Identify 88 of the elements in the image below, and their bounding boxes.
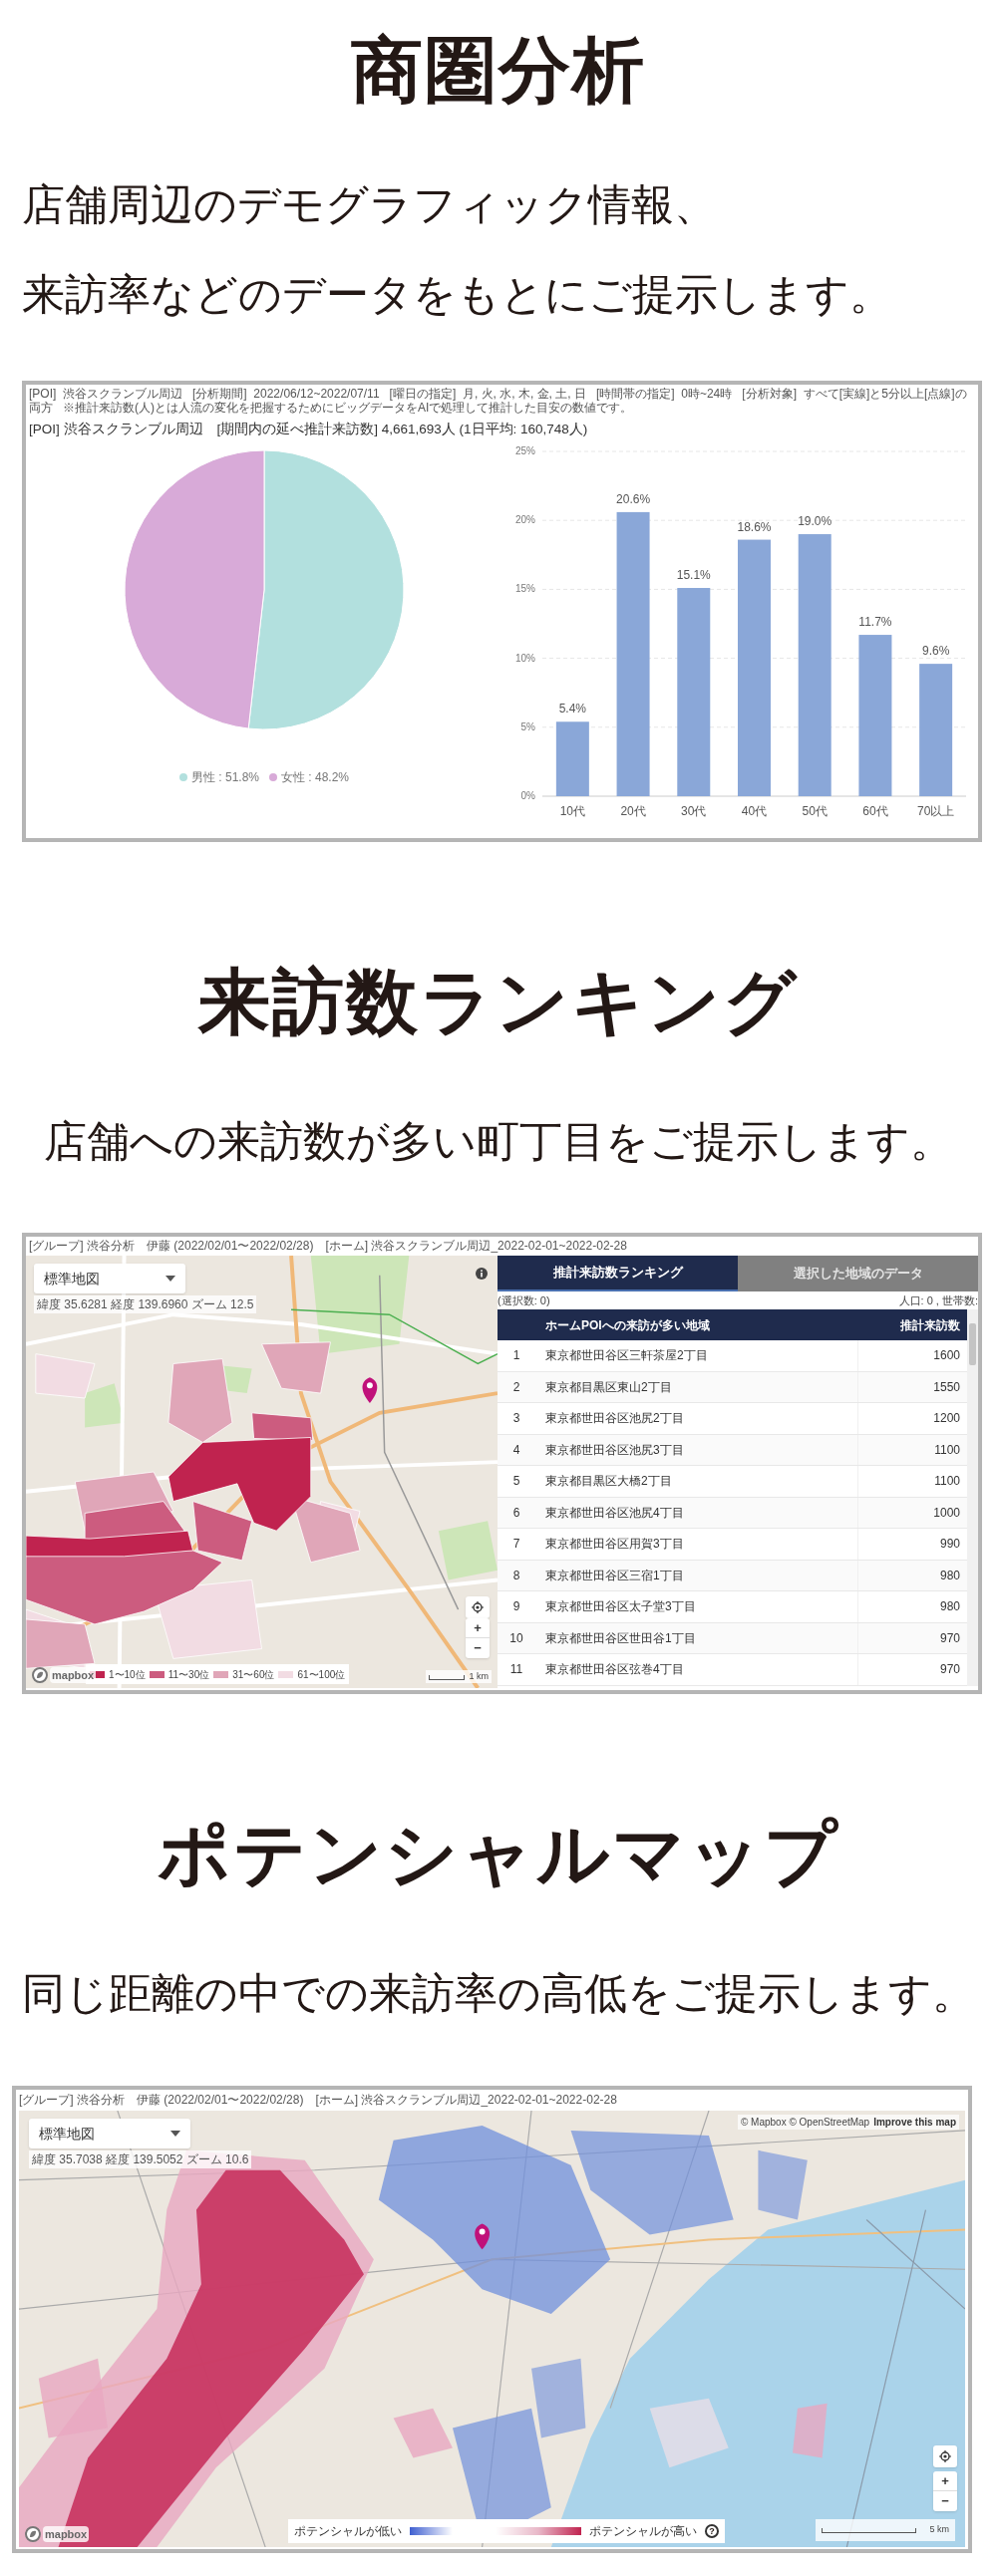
bar-value-label: 11.7%: [858, 615, 892, 630]
section-heading: ポテンシャルマップ: [158, 1813, 839, 1895]
bar-value-label: 20.6%: [616, 492, 651, 507]
axis-category-label: 10代: [559, 804, 586, 819]
area-cell-text: 東京都世田谷区池尻3丁目: [544, 1441, 685, 1459]
tab[interactable]: 推計来訪数ランキング: [498, 1256, 738, 1291]
locate-icon: [939, 2450, 951, 2462]
axis-category-label: 70以上: [916, 804, 955, 819]
scale-label: 5 km: [929, 2523, 949, 2537]
area-cell-text: 東京都世田谷区世田谷1丁目: [544, 1629, 697, 1647]
legend-label: 男性 : 51.8%: [190, 769, 259, 787]
area-cell-text: 東京都世田谷区弦巻4丁目: [544, 1661, 685, 1679]
axis-category-label: 20代: [620, 804, 646, 819]
improve-map-link[interactable]: Improve this map: [873, 2115, 956, 2130]
area-cell-text: 東京都目黒区大橋2丁目: [544, 1473, 673, 1491]
legend-label: ポテンシャルが高い: [589, 2523, 697, 2540]
area-cell-text: 東京都世田谷区池尻2丁目: [544, 1410, 685, 1428]
caret-icon: [166, 1276, 175, 1282]
analysis-conditions: [POI] 渋谷スクランブル周辺 [分析期間] 2022/06/12~2022/07/11 [曜日の指定] 月, 火, 水, 木, 金, 土, 日 [時間帯の指定] 0時~24時 [分析対象] すべて[実線]と5分以上[点線]の両方 ※推計来訪数(人)とは人流の変化を把握するためにビッグデータをAIで処理して推計した目安の数値です。: [28, 386, 968, 415]
bar-value-label: 9.6%: [921, 644, 950, 659]
axis-tick-label: 20%: [515, 514, 535, 526]
help-button[interactable]: ?: [705, 2524, 719, 2538]
visitor-summary: [POI] 渋谷スクランブル周辺 [期間内の延べ推計来訪数] 4,661,693人 (1日平均: 160,748人): [28, 421, 589, 438]
caret-icon: [170, 2131, 180, 2137]
info-icon: [476, 1268, 488, 1280]
bar-value-label: 19.0%: [798, 514, 832, 529]
locate-icon: [472, 1601, 484, 1613]
legend-label: ポテンシャルが低い: [294, 2523, 402, 2540]
section-description: 店舗への来訪数が多い町丁目をご提示します。: [43, 1116, 954, 1167]
map-style-dropdown[interactable]: 標準地図: [29, 2119, 190, 2148]
locate-button[interactable]: [933, 2445, 957, 2467]
rank-cell-text: 9: [511, 1598, 521, 1616]
bar-value-label: 5.4%: [558, 702, 587, 716]
zoom-out-button[interactable]: −: [466, 1638, 490, 1658]
bar-value-label: 15.1%: [676, 568, 711, 583]
axis-category-label: 30代: [681, 804, 707, 819]
map-attribution: © Mapbox © OpenStreetMap: [740, 2116, 870, 2130]
map-style-dropdown[interactable]: 標準地図: [34, 1264, 185, 1293]
axis-tick-label: 0%: [520, 790, 535, 802]
map-coordinates: 緯度 35.6281 経度 139.6960 ズーム 12.5: [34, 1295, 257, 1313]
area-cell-text: 東京都世田谷区太子堂3丁目: [544, 1598, 697, 1616]
axis-category-label: 40代: [741, 804, 768, 819]
section-description: 同じ距離の中での来訪率の高低をご提示します。: [21, 1968, 976, 2019]
map-coordinates: 緯度 35.7038 経度 139.5052 ズーム 10.6: [29, 2150, 252, 2168]
rank-cell-text: 1: [511, 1347, 521, 1365]
scale-bar: [429, 1675, 466, 1680]
bar-value-label: 18.6%: [737, 519, 772, 534]
area-cell-text: 東京都目黒区東山2丁目: [544, 1378, 673, 1396]
scrollbar[interactable]: [967, 1309, 978, 1686]
rank-cell-text: 3: [511, 1410, 521, 1428]
area-cell-text: 東京都世田谷区池尻4丁目: [544, 1504, 685, 1522]
section-description: 来訪率などのデータをもとにご提示します。: [22, 269, 893, 320]
rank-cell-text: 4: [511, 1441, 521, 1459]
rank-cell-text: 6: [511, 1504, 521, 1522]
axis-tick-label: 25%: [515, 445, 535, 457]
population-info: 人口: 0 , 世帯数:: [898, 1292, 978, 1308]
panel-header: [グループ] 渋谷分析 伊藤 (2022/02/01〜2022/02/28) [ホーム] 渋谷スクランブル周辺_2022-02-01~2022-02-28: [28, 1238, 628, 1255]
column-header: 推計来訪数: [899, 1316, 961, 1334]
axis-tick-label: 5%: [520, 721, 535, 733]
area-cell-text: 東京都世田谷区用賀3丁目: [544, 1536, 685, 1554]
rank-cell-text: 11: [508, 1661, 524, 1679]
section-heading: 来訪数ランキング: [198, 961, 799, 1043]
section-description: 店舗周辺のデモグラフィック情報、: [22, 179, 718, 230]
rank-cell-text: 8: [511, 1567, 521, 1584]
legend-label: 31〜60位: [232, 1667, 275, 1682]
legend-label: 11〜30位: [167, 1667, 210, 1682]
section-heading: 商圏分析: [351, 29, 646, 112]
area-cell-text: 東京都世田谷区三宿1丁目: [544, 1567, 685, 1584]
column-header: ホームPOIへの来訪が多い地域: [544, 1316, 711, 1334]
zoom-in-button[interactable]: +: [466, 1618, 490, 1638]
axis-tick-label: 15%: [515, 583, 535, 595]
zoom-out-button[interactable]: −: [933, 2491, 957, 2511]
area-cell-text: 東京都世田谷区三軒茶屋2丁目: [544, 1347, 709, 1365]
rank-cell-text: 7: [511, 1536, 521, 1554]
locate-button[interactable]: [466, 1596, 490, 1618]
rank-cell-text: 5: [511, 1473, 521, 1491]
zoom-in-button[interactable]: +: [933, 2471, 957, 2491]
axis-tick-label: 10%: [515, 652, 535, 664]
selection-count: (選択数: 0): [498, 1292, 550, 1308]
legend-label: 61〜100位: [297, 1667, 346, 1682]
panel-header: [グループ] 渋谷分析 伊藤 (2022/02/01〜2022/02/28) [ホーム] 渋谷スクランブル周辺_2022-02-01~2022-02-28: [18, 2092, 618, 2109]
axis-category-label: 50代: [802, 804, 828, 819]
scale-label: 1 km: [469, 1669, 489, 1683]
legend-label: 1〜10位: [109, 1667, 146, 1682]
rank-cell-text: 10: [508, 1629, 524, 1647]
axis-category-label: 60代: [862, 804, 888, 819]
rank-cell-text: 2: [511, 1378, 521, 1396]
legend-label: 女性 : 48.2%: [281, 769, 350, 787]
